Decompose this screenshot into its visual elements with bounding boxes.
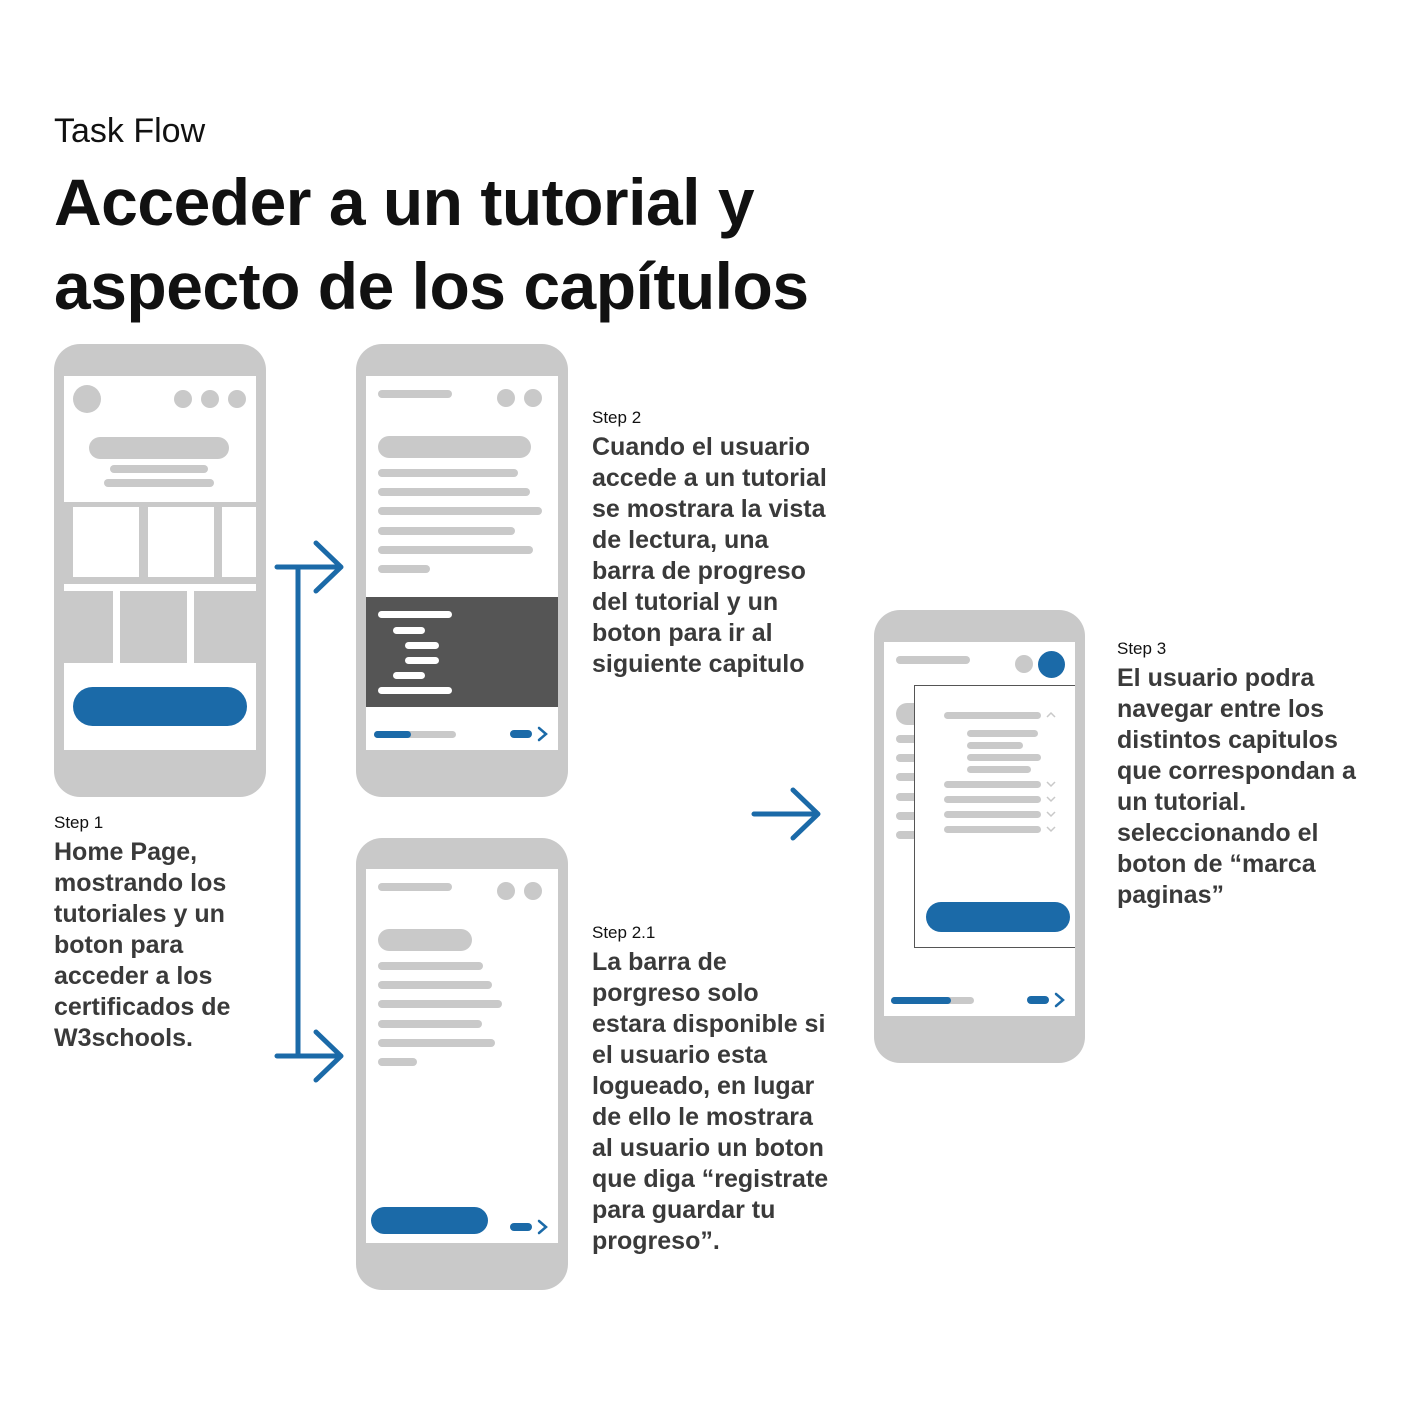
text-line [378,469,518,477]
chapter-item[interactable] [944,712,1041,719]
arrow-right-icon [751,787,821,841]
header-line [378,883,452,891]
chevron-right-icon[interactable] [536,1219,550,1235]
reading-screen [366,376,558,750]
chapter-title-placeholder [378,436,531,458]
text-line [378,507,542,515]
text-line [378,981,492,989]
chevron-right-icon[interactable] [1053,992,1067,1008]
phone-home [54,344,266,797]
step-label: Step 3 [1117,639,1167,658]
certificates-button[interactable] [73,687,247,726]
step-label: Step 2.1 [592,923,656,942]
step-2: Step 2 Cuando el usuario accede a un tut… [592,408,832,680]
step-description: Cuando el usuario accede a un tutorial s… [592,433,827,678]
chapter-title-placeholder [378,929,472,951]
menu-dot-icon [497,389,515,407]
next-chapter-button[interactable] [510,730,532,738]
register-button[interactable] [371,1207,488,1234]
menu-dot-icon [497,882,515,900]
avatar [73,385,101,413]
code-block [366,597,558,707]
chevron-up-icon[interactable] [1045,710,1057,720]
subchapter-item[interactable] [967,730,1038,737]
text-line [378,962,483,970]
step-3: Step 3 El usuario podra navegar entre lo… [1117,639,1367,911]
chapter-item[interactable] [944,826,1041,833]
subchapter-item[interactable] [967,742,1023,749]
header-line [378,390,452,398]
subchapter-item[interactable] [967,754,1041,761]
step-label: Step 1 [54,813,104,832]
menu-dot-icon [1015,655,1033,673]
text-line [378,1039,495,1047]
arrow-right-icon [274,540,344,594]
text-line [378,1000,502,1008]
chapter-item[interactable] [944,796,1041,803]
step-description: La barra de porgreso solo estara disponi… [592,948,829,1255]
text-line [378,565,430,573]
home-screen [64,376,256,750]
menu-dot-icon [524,882,542,900]
text-line [378,1058,417,1066]
text-line [110,465,208,473]
progress-bar [374,731,456,738]
menu-dot-icon [228,390,246,408]
next-chapter-button[interactable] [1027,996,1049,1004]
text-line [378,527,515,535]
chevron-right-icon[interactable] [536,726,550,742]
text-line [104,479,214,487]
phone-reading [356,344,568,797]
chapters-panel [914,685,1075,948]
chapter-item[interactable] [944,811,1041,818]
menu-dot-icon [524,389,542,407]
hero-title-placeholder [89,437,229,459]
menu-dot-icon [174,390,192,408]
bookmarks-screen [884,642,1075,1016]
subchapter-item[interactable] [967,766,1031,773]
text-line [378,488,530,496]
progress-bar-fill [374,731,411,738]
step-1: Step 1 Home Page, mostrando los tutorial… [54,813,284,1054]
arrow-right-icon [274,1029,344,1083]
chevron-down-icon[interactable] [1045,779,1057,839]
step-2-1: Step 2.1 La barra de porgreso solo estar… [592,923,832,1257]
menu-dot-icon [201,390,219,408]
step-description: El usuario podra navegar entre los disti… [1117,664,1356,909]
text-line [378,546,533,554]
phone-logged-out [356,838,568,1290]
step-description: Home Page, mostrando los tutoriales y un… [54,838,231,1052]
header-line [896,656,970,664]
bookmark-confirm-button[interactable] [926,902,1070,932]
phone-bookmarks [874,610,1085,1063]
progress-bar [891,997,974,1004]
logged-out-screen [366,869,558,1243]
text-line [378,1020,482,1028]
chapter-item[interactable] [944,781,1041,788]
next-chapter-button[interactable] [510,1223,532,1231]
bookmark-button[interactable] [1038,651,1065,678]
step-label: Step 2 [592,408,642,427]
progress-bar-fill [891,997,951,1004]
